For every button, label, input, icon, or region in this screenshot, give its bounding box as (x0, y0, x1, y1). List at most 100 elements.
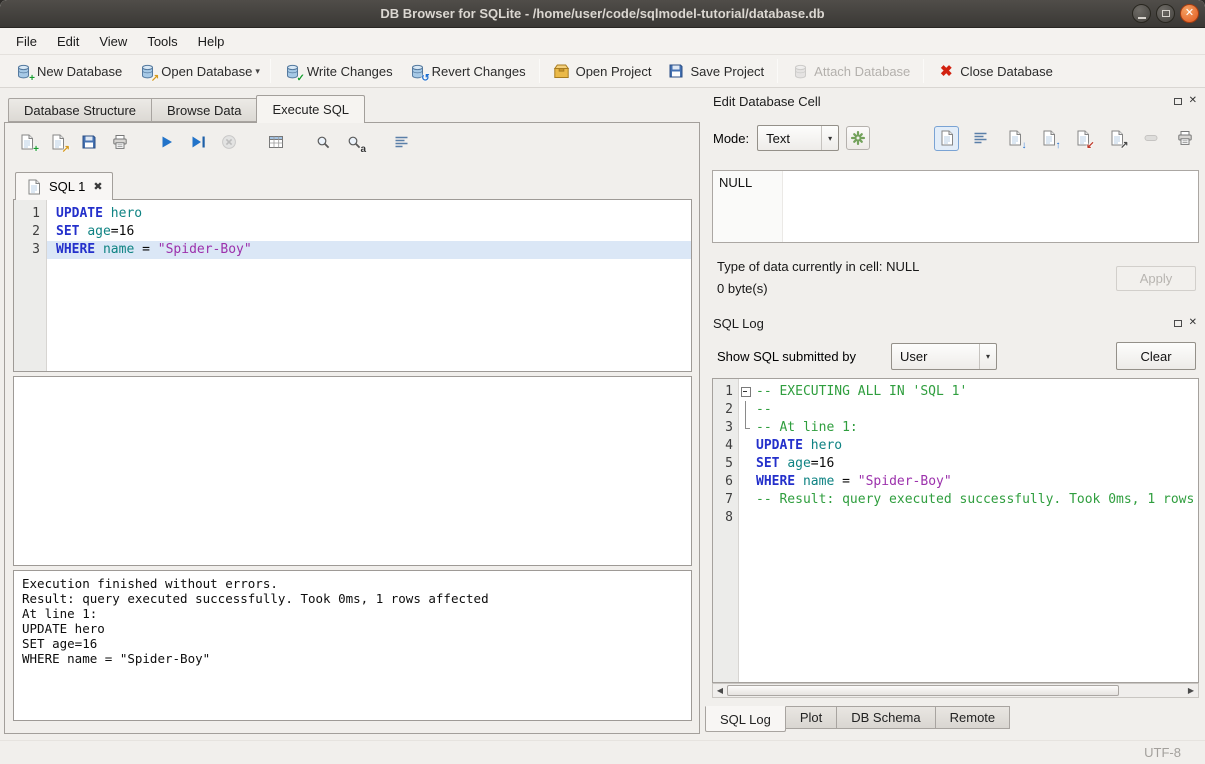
mode-combo[interactable]: Text ▾ (757, 125, 839, 151)
new-database-label: New Database (37, 64, 122, 79)
dock-tab-plot[interactable]: Plot (785, 706, 837, 729)
cell-print-button[interactable] (1172, 126, 1197, 151)
sql-log-dock-controls: ✕ (1174, 318, 1197, 328)
new-database-icon: + (14, 62, 32, 80)
open-project-button[interactable]: Open Project (545, 59, 660, 83)
dock-float-icon[interactable] (1174, 320, 1182, 327)
sql-tab-close-icon[interactable]: ✖ (93, 180, 102, 193)
save-sql-file-button[interactable] (77, 130, 101, 154)
open-database-label: Open Database (161, 64, 252, 79)
save-project-button[interactable]: Save Project (659, 59, 772, 83)
print-button[interactable] (108, 130, 132, 154)
fold-column (739, 491, 752, 509)
find-button[interactable] (311, 130, 335, 154)
fold-column (739, 455, 752, 473)
combo-arrow-icon: ▾ (979, 344, 996, 369)
menubar: FileEditViewToolsHelp (0, 28, 1205, 55)
open-database-icon: ↗ (138, 62, 156, 80)
line-number: 8 (713, 509, 739, 527)
scroll-left-icon[interactable]: ◀ (713, 684, 727, 697)
window-minimize-button[interactable] (1132, 4, 1151, 23)
cell-word-wrap-button[interactable] (968, 126, 993, 151)
edit-cell-dock-controls: ✕ (1174, 96, 1197, 106)
toolbar-separator (777, 59, 778, 83)
menu-edit[interactable]: Edit (47, 28, 89, 54)
apply-button: Apply (1116, 266, 1196, 291)
fold-column (739, 509, 752, 527)
tab-execute-sql[interactable]: Execute SQL (256, 95, 365, 123)
sql-log-view[interactable]: 1-- EXECUTING ALL IN 'SQL 1'2--3-- At li… (712, 378, 1199, 683)
dock-tab-remote[interactable]: Remote (935, 706, 1011, 729)
window-close-button[interactable]: ✕ (1180, 4, 1199, 23)
dock-float-icon[interactable] (1174, 98, 1182, 105)
log-filter-combo[interactable]: User ▾ (891, 343, 997, 370)
execute-line-icon (189, 133, 207, 151)
code-line-8: 8 (713, 509, 1198, 527)
execute-line-button[interactable] (186, 130, 210, 154)
code-line-7: 7-- Result: query executed successfully.… (713, 491, 1198, 509)
line-text (752, 509, 1198, 527)
word-wrap-button[interactable] (389, 130, 413, 154)
open-database-dropdown[interactable]: ▾ (255, 66, 265, 77)
mode-settings-button[interactable] (846, 126, 870, 150)
scrollbar-thumb[interactable] (727, 685, 1119, 696)
statusbar: UTF-8 (0, 740, 1205, 764)
close-database-button[interactable]: ✖Close Database (929, 59, 1061, 83)
window-title: DB Browser for SQLite - /home/user/code/… (380, 6, 824, 21)
line-text: -- Result: query executed successfully. … (752, 491, 1198, 509)
import-cell-button[interactable]: ↙ (1070, 126, 1095, 151)
dock-close-icon[interactable]: ✕ (1189, 318, 1197, 328)
write-changes-button[interactable]: ✓Write Changes (276, 59, 401, 83)
open-sql-file-button[interactable]: ↗ (46, 130, 70, 154)
write-changes-icon: ✓ (284, 62, 302, 80)
cell-mode-row: Mode: Text ▾ ↓↑↙↗ (713, 124, 1197, 152)
log-filter-value: User (900, 349, 927, 364)
clear-button[interactable]: Clear (1116, 342, 1196, 370)
dock-tab-sql-log[interactable]: SQL Log (705, 706, 786, 732)
load-cell-button[interactable]: ↑ (1036, 126, 1061, 151)
toolbar-separator (923, 59, 924, 83)
revert-changes-button[interactable]: ↺Revert Changes (401, 59, 534, 83)
dock-close-icon[interactable]: ✕ (1189, 96, 1197, 106)
code-line-1: 1UPDATE hero (14, 205, 691, 223)
main-toolbar: + New Database ↗ Open Database▾ ✓Write Chang… (0, 55, 1205, 88)
execute-all-button[interactable] (155, 130, 179, 154)
new-database-button[interactable]: + New Database (6, 59, 130, 83)
titlebar[interactable]: DB Browser for SQLite - /home/user/code/… (0, 0, 1205, 28)
open-database-button[interactable]: ↗ Open Database (130, 59, 260, 83)
line-number: 2 (14, 223, 47, 241)
tab-database-structure[interactable]: Database Structure (8, 98, 152, 122)
sql-editor-tab[interactable]: SQL 1 ✖ (15, 172, 113, 200)
export-cell-icon: ↗ (1108, 129, 1126, 147)
replace-icon: a (345, 133, 363, 151)
scroll-right-icon[interactable]: ▶ (1184, 684, 1198, 697)
dock-tab-db-schema[interactable]: DB Schema (836, 706, 935, 729)
log-horizontal-scrollbar[interactable]: ◀ ▶ (712, 683, 1199, 698)
cell-print-icon (1176, 129, 1194, 147)
set-null-icon (1142, 129, 1160, 147)
menu-tools[interactable]: Tools (137, 28, 187, 54)
results-grid[interactable] (13, 376, 692, 566)
fold-collapse-icon[interactable] (739, 383, 752, 401)
window-maximize-button[interactable] (1156, 4, 1175, 23)
encoding-indicator[interactable]: UTF-8 (1144, 745, 1181, 760)
menu-view[interactable]: View (89, 28, 137, 54)
tab-browse-data[interactable]: Browse Data (151, 98, 257, 122)
sql-editor[interactable]: 1UPDATE hero2SET age=163WHERE name = "Sp… (13, 199, 692, 372)
export-cell-button[interactable]: ↗ (1104, 126, 1129, 151)
replace-button[interactable]: a (342, 130, 366, 154)
app-window: DB Browser for SQLite - /home/user/code/… (0, 0, 1205, 764)
dock-tab-bar: SQL Log Plot DB Schema Remote (706, 706, 1010, 732)
line-number: 3 (713, 419, 739, 437)
text-view-button[interactable] (934, 126, 959, 151)
new-sql-tab-button[interactable]: + (15, 130, 39, 154)
code-line-2: 2SET age=16 (14, 223, 691, 241)
cell-value-editor[interactable]: NULL (712, 170, 1199, 243)
code-line-2: 2-- (713, 401, 1198, 419)
export-results-button[interactable] (264, 130, 288, 154)
find-icon (314, 133, 332, 151)
menu-help[interactable]: Help (188, 28, 235, 54)
menu-file[interactable]: File (6, 28, 47, 54)
code-line-5: 5SET age=16 (713, 455, 1198, 473)
save-cell-button[interactable]: ↓ (1002, 126, 1027, 151)
